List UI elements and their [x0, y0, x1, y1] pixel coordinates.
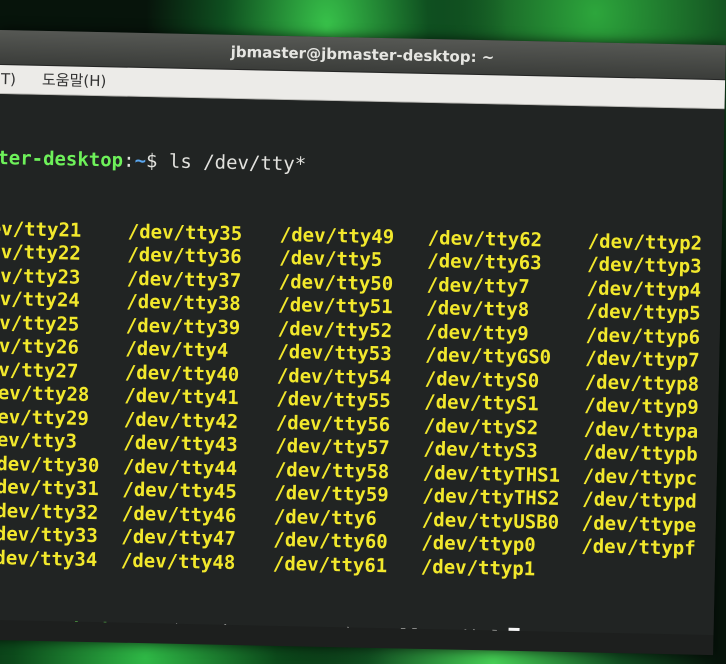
device-entry: /dev/ttyS0: [424, 367, 540, 392]
device-entry: /dev/tty50: [278, 270, 394, 295]
device-entry: /dev/tty58: [274, 458, 390, 483]
device-entry: ev/tty23: [0, 264, 81, 289]
device-entry: /dev/ttyGS0: [425, 343, 552, 369]
device-entry: /dev/tty43: [123, 431, 238, 457]
device-entry: [581, 559, 721, 585]
device-entry: /dev/tty7: [426, 273, 530, 298]
device-entry: /dev/tty42: [123, 408, 239, 433]
device-entry: /dev/tty49: [279, 223, 395, 248]
device-entry: /dev/tty32: [0, 499, 99, 524]
device-entry: /dev/tty31: [0, 475, 100, 501]
device-entry: /dev/tty34: [0, 546, 98, 571]
device-entry: /dev/ttyS3: [423, 437, 538, 463]
device-entry: /dev/tty35: [127, 220, 243, 245]
prompt-host: master-desktop: [0, 616, 148, 636]
device-entry: dev/tty29: [0, 405, 90, 430]
device-entry: /dev/ttyp6: [585, 323, 701, 349]
device-entry: /dev/tty40: [124, 361, 240, 386]
device-entry: /dev/ttypb: [583, 441, 698, 466]
prompt-path: ~: [158, 620, 171, 636]
device-entry: /dev/tty47: [121, 525, 237, 551]
device-entry: /dev/ttyUSB0: [421, 508, 560, 534]
command-text: ls /dev/tty*: [168, 150, 307, 176]
device-entry: ev/tty21: [0, 217, 82, 242]
prompt-host: ter-desktop: [0, 146, 124, 172]
device-entry: /dev/tty44: [122, 455, 238, 480]
ls-output-grid: ev/tty21/dev/tty35/dev/tty49/dev/tty62/d…: [0, 217, 722, 585]
device-entry: /dev/ttyS2: [423, 414, 539, 439]
device-entry: /dev/tty33: [0, 522, 99, 548]
device-entry: /dev/tty63: [427, 250, 542, 275]
device-entry: /dev/tty4: [125, 337, 229, 362]
device-entry: /dev/tty54: [276, 364, 392, 389]
device-entry: /dev/ttyp9: [584, 394, 699, 419]
device-entry: /dev/tty5: [279, 246, 383, 272]
menu-item-help[interactable]: 도움말(H): [40, 66, 109, 95]
device-entry: /dev/tty52: [277, 317, 393, 342]
device-entry: /dev/tty56: [275, 411, 391, 436]
device-entry: dev/tty28: [0, 381, 90, 406]
device-entry: /dev/tty38: [126, 290, 241, 316]
command-input[interactable]: sudo apt-get install wvdial: [193, 621, 502, 635]
device-entry: ev/tty26: [0, 334, 80, 359]
device-entry: ev/tty27: [0, 358, 79, 383]
device-entry: /dev/tty36: [127, 243, 242, 269]
device-entry: /dev/tty53: [277, 340, 392, 366]
device-entry: /dev/tty60: [273, 528, 388, 554]
device-entry: /dev/tty37: [126, 267, 242, 292]
device-entry: /dev/ttyp4: [586, 276, 702, 302]
device-entry: /dev/tty41: [124, 384, 239, 410]
device-entry: /dev/ttyTHS2: [422, 484, 560, 510]
device-entry: /dev/tty9: [425, 320, 529, 345]
device-entry: /dev/ttyp5: [586, 300, 701, 325]
device-entry: /dev/ttype: [581, 511, 697, 537]
device-entry: /dev/ttyp8: [584, 370, 700, 396]
prompt-line: master-desktop:~$ sudo apt-get install w…: [0, 616, 714, 636]
prompt-line: ter-desktop: ~ $ ls /dev/tty*: [0, 147, 723, 186]
terminal-window[interactable]: jbmaster@jbmaster-desktop: ~ T) 도움말(H) t…: [0, 30, 726, 656]
device-entry: ev/tty25: [0, 311, 80, 336]
prompt-path: ~: [134, 149, 147, 173]
device-entry: /dev/tty30: [0, 452, 100, 477]
device-entry: /dev/tty39: [125, 314, 241, 339]
terminal-output[interactable]: ter-desktop: ~ $ ls /dev/tty* ev/tty21/dev…: [0, 93, 725, 636]
device-entry: /dev/tty8: [426, 296, 530, 322]
device-entry: /dev/ttypd: [582, 488, 697, 513]
device-entry: /dev/ttyp1: [420, 555, 536, 580]
device-entry: /dev/tty61: [272, 552, 388, 577]
device-entry: /dev/tty46: [121, 502, 237, 527]
device-entry: /dev/tty45: [122, 478, 237, 504]
device-entry: /dev/tty59: [274, 481, 389, 507]
device-entry: /dev/tty57: [275, 434, 390, 460]
device-entry: /dev/tty6: [273, 505, 378, 530]
device-entry: /dev/tty55: [276, 387, 391, 413]
device-entry: /dev/ttyp0: [421, 531, 536, 557]
device-entry: /dev/ttypf: [581, 535, 696, 560]
device-entry: ev/tty24: [0, 287, 81, 312]
device-entry: /dev/ttyp3: [586, 253, 702, 278]
device-entry: /dev/ttyS1: [424, 390, 539, 416]
prompt-symbol: $: [170, 620, 194, 636]
device-entry: /dev/tty51: [278, 293, 393, 319]
text-cursor: [507, 627, 520, 636]
prompt-symbol: $: [145, 150, 170, 173]
device-entry: /dev/ttypa: [583, 417, 699, 443]
device-entry: ev/tty22: [0, 240, 82, 265]
device-entry: /dev/tty48: [120, 549, 236, 574]
device-entry: /dev/ttyp2: [587, 229, 703, 255]
device-entry: /dev/tty62: [427, 226, 543, 251]
device-entry: dev/tty3: [0, 428, 78, 453]
device-entry: /dev/ttypc: [582, 464, 698, 490]
device-entry: /dev/ttyp7: [585, 347, 700, 372]
menu-item-terminal[interactable]: T): [0, 65, 18, 93]
device-entry: /dev/ttyTHS1: [422, 461, 561, 487]
